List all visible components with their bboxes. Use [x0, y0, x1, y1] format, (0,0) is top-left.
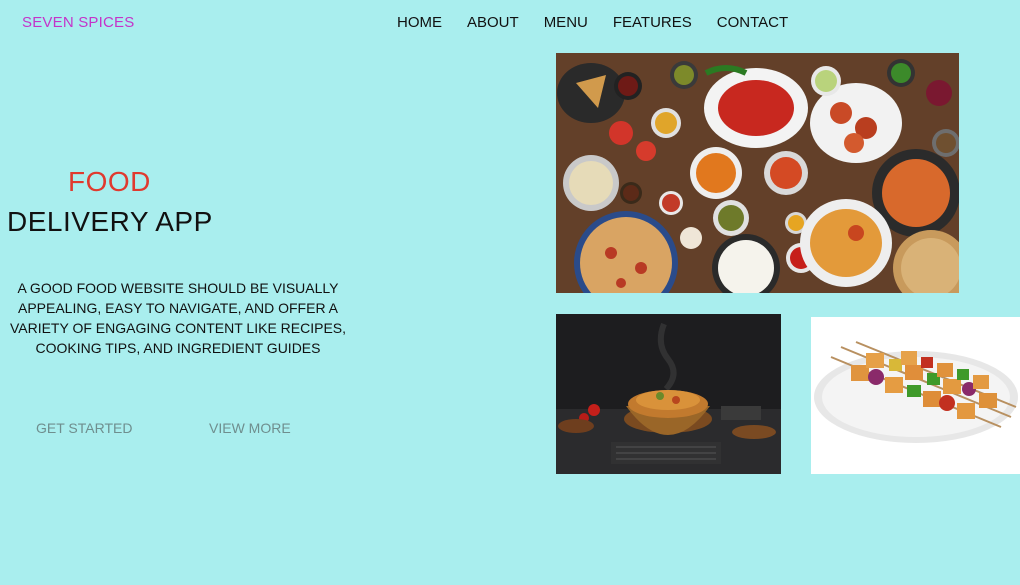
paneer-skewers-image: [811, 317, 1020, 474]
hero-description-line: VARIETY OF ENGAGING CONTENT LIKE RECIPES…: [9, 320, 347, 336]
hero-description: A GOOD FOOD WEBSITE SHOULD BE VISUALLY A…: [0, 278, 356, 358]
nav-features[interactable]: FEATURES: [613, 14, 692, 31]
hero-title: DELIVERY APP: [7, 206, 213, 237]
nav-contact[interactable]: CONTACT: [717, 14, 788, 31]
view-more-button[interactable]: VIEW MORE: [209, 420, 291, 436]
nav-home[interactable]: HOME: [397, 14, 442, 31]
biryani-image: [556, 314, 781, 474]
hero-title-accent: FOOD: [68, 166, 151, 197]
hero-description-line: COOKING TIPS, AND INGREDIENT GUIDES: [35, 340, 321, 356]
hero-description-line: A GOOD FOOD WEBSITE SHOULD BE VISUALLY: [17, 280, 339, 296]
hero-description-line: APPEALING, EASY TO NAVIGATE, AND OFFER A: [17, 300, 339, 316]
food-spread-image: [556, 53, 959, 293]
main-nav: HOME ABOUT MENU FEATURES CONTACT: [397, 14, 788, 31]
get-started-button[interactable]: GET STARTED: [36, 420, 132, 436]
nav-about[interactable]: ABOUT: [467, 14, 519, 31]
brand-logo[interactable]: SEVEN SPICES: [22, 14, 134, 31]
nav-menu[interactable]: MENU: [544, 14, 588, 31]
